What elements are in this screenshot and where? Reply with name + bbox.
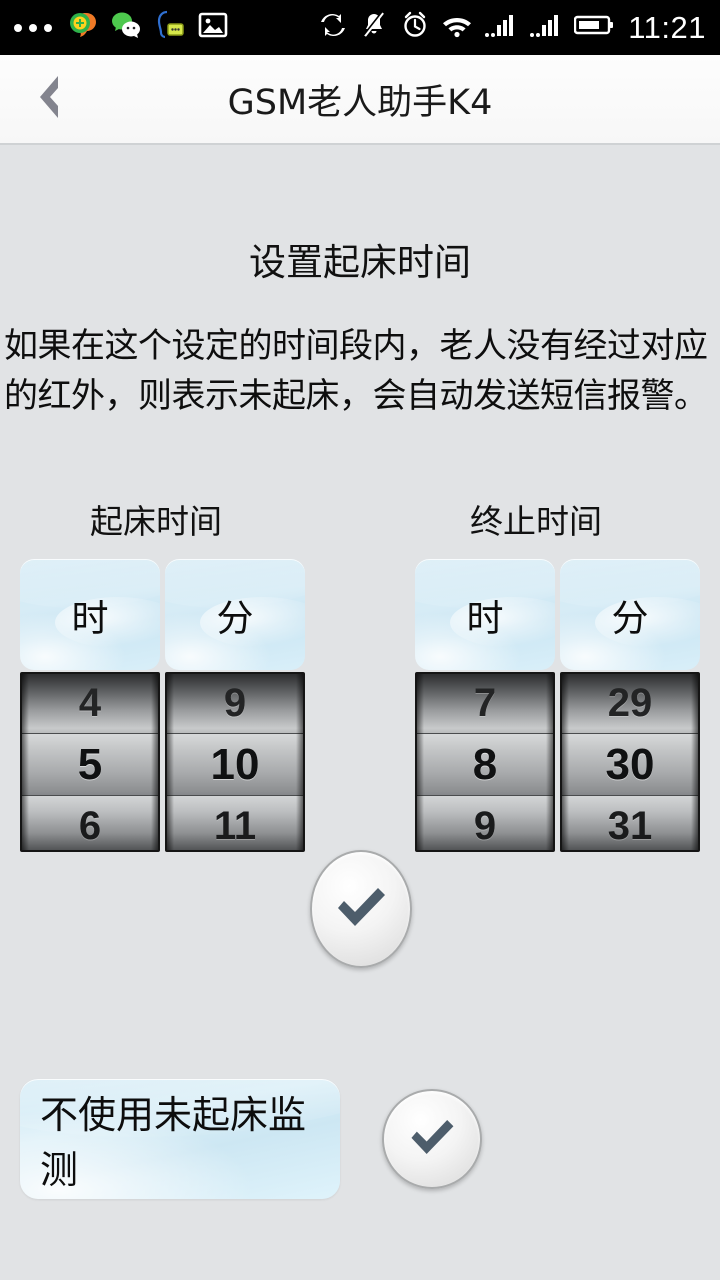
start-hour-next[interactable]: 6 — [22, 796, 158, 850]
message-bubble-icon — [154, 9, 186, 46]
status-bar: 11:21 — [0, 0, 720, 55]
disable-monitoring-label: 不使用未起床监测 — [40, 1093, 307, 1192]
section-heading: 设置起床时间 — [249, 241, 471, 284]
end-hour-picker[interactable]: 时 7 8 9 — [415, 559, 555, 852]
start-minute-header[interactable]: 分 — [165, 559, 305, 670]
start-minute-current[interactable]: 10 — [167, 734, 303, 796]
back-button[interactable] — [0, 54, 96, 144]
alarm-clock-icon — [400, 10, 430, 45]
start-hour-drum[interactable]: 4 5 6 — [20, 672, 160, 852]
checkmark-icon — [330, 879, 392, 940]
start-hour-header-label: 时 — [71, 596, 109, 640]
confirm-time-button[interactable] — [310, 850, 412, 968]
chevron-left-icon — [28, 70, 68, 129]
wifi-icon — [441, 12, 473, 43]
wechat-icon — [110, 9, 142, 46]
start-hour-header[interactable]: 时 — [20, 559, 160, 670]
end-hour-prev[interactable]: 7 — [417, 674, 553, 734]
start-hour-prev[interactable]: 4 — [22, 674, 158, 734]
disable-monitoring-button[interactable]: 不使用未起床监测 — [20, 1079, 340, 1199]
sync-icon — [318, 10, 348, 45]
start-minute-header-label: 分 — [216, 596, 254, 640]
end-hour-header-label: 时 — [466, 596, 504, 640]
gallery-image-icon — [198, 10, 228, 45]
start-minute-picker[interactable]: 分 9 10 11 — [165, 559, 305, 852]
title-bar: GSM老人助手K4 — [0, 55, 720, 145]
end-time-label: 终止时间 — [470, 502, 602, 541]
end-hour-next[interactable]: 9 — [417, 796, 553, 850]
phone-app-icon — [66, 9, 98, 46]
bell-muted-icon — [359, 10, 389, 45]
start-time-label: 起床时间 — [90, 502, 222, 541]
end-minute-prev[interactable]: 29 — [562, 674, 698, 734]
start-hour-picker[interactable]: 时 4 5 6 — [20, 559, 160, 852]
end-minute-drum[interactable]: 29 30 31 — [560, 672, 700, 852]
status-bar-clock: 11:21 — [628, 9, 706, 45]
main-content: 设置起床时间 如果在这个设定的时间段内，老人没有经过对应的红外，则表示未起床，会… — [0, 147, 720, 1280]
end-hour-drum[interactable]: 7 8 9 — [415, 672, 555, 852]
confirm-disable-button[interactable] — [382, 1089, 482, 1189]
description-text: 如果在这个设定的时间段内，老人没有经过对应的红外，则表示未起床，会自动发送短信报… — [4, 326, 708, 416]
end-minute-current[interactable]: 30 — [562, 734, 698, 796]
start-minute-next[interactable]: 11 — [167, 796, 303, 850]
end-hour-header[interactable]: 时 — [415, 559, 555, 670]
status-bar-left-icons — [14, 9, 228, 46]
end-minute-header-label: 分 — [611, 596, 649, 640]
end-hour-current[interactable]: 8 — [417, 734, 553, 796]
start-hour-current[interactable]: 5 — [22, 734, 158, 796]
start-minute-prev[interactable]: 9 — [167, 674, 303, 734]
start-minute-drum[interactable]: 9 10 11 — [165, 672, 305, 852]
app-root: 11:21 GSM老人助手K4 设置起床时间 如果在这个设定的时间段内，老人没有… — [0, 0, 720, 1280]
more-dots-icon — [14, 23, 54, 32]
page-title: GSM老人助手K4 — [227, 82, 493, 123]
end-minute-picker[interactable]: 分 29 30 31 — [560, 559, 700, 852]
end-minute-header[interactable]: 分 — [560, 559, 700, 670]
signal-bars-sim1-icon — [484, 12, 518, 43]
signal-bars-sim2-icon — [529, 12, 563, 43]
checkmark-icon — [404, 1112, 460, 1167]
battery-icon — [574, 13, 614, 42]
end-minute-next[interactable]: 31 — [562, 796, 698, 850]
status-bar-right-icons: 11:21 — [318, 10, 706, 46]
